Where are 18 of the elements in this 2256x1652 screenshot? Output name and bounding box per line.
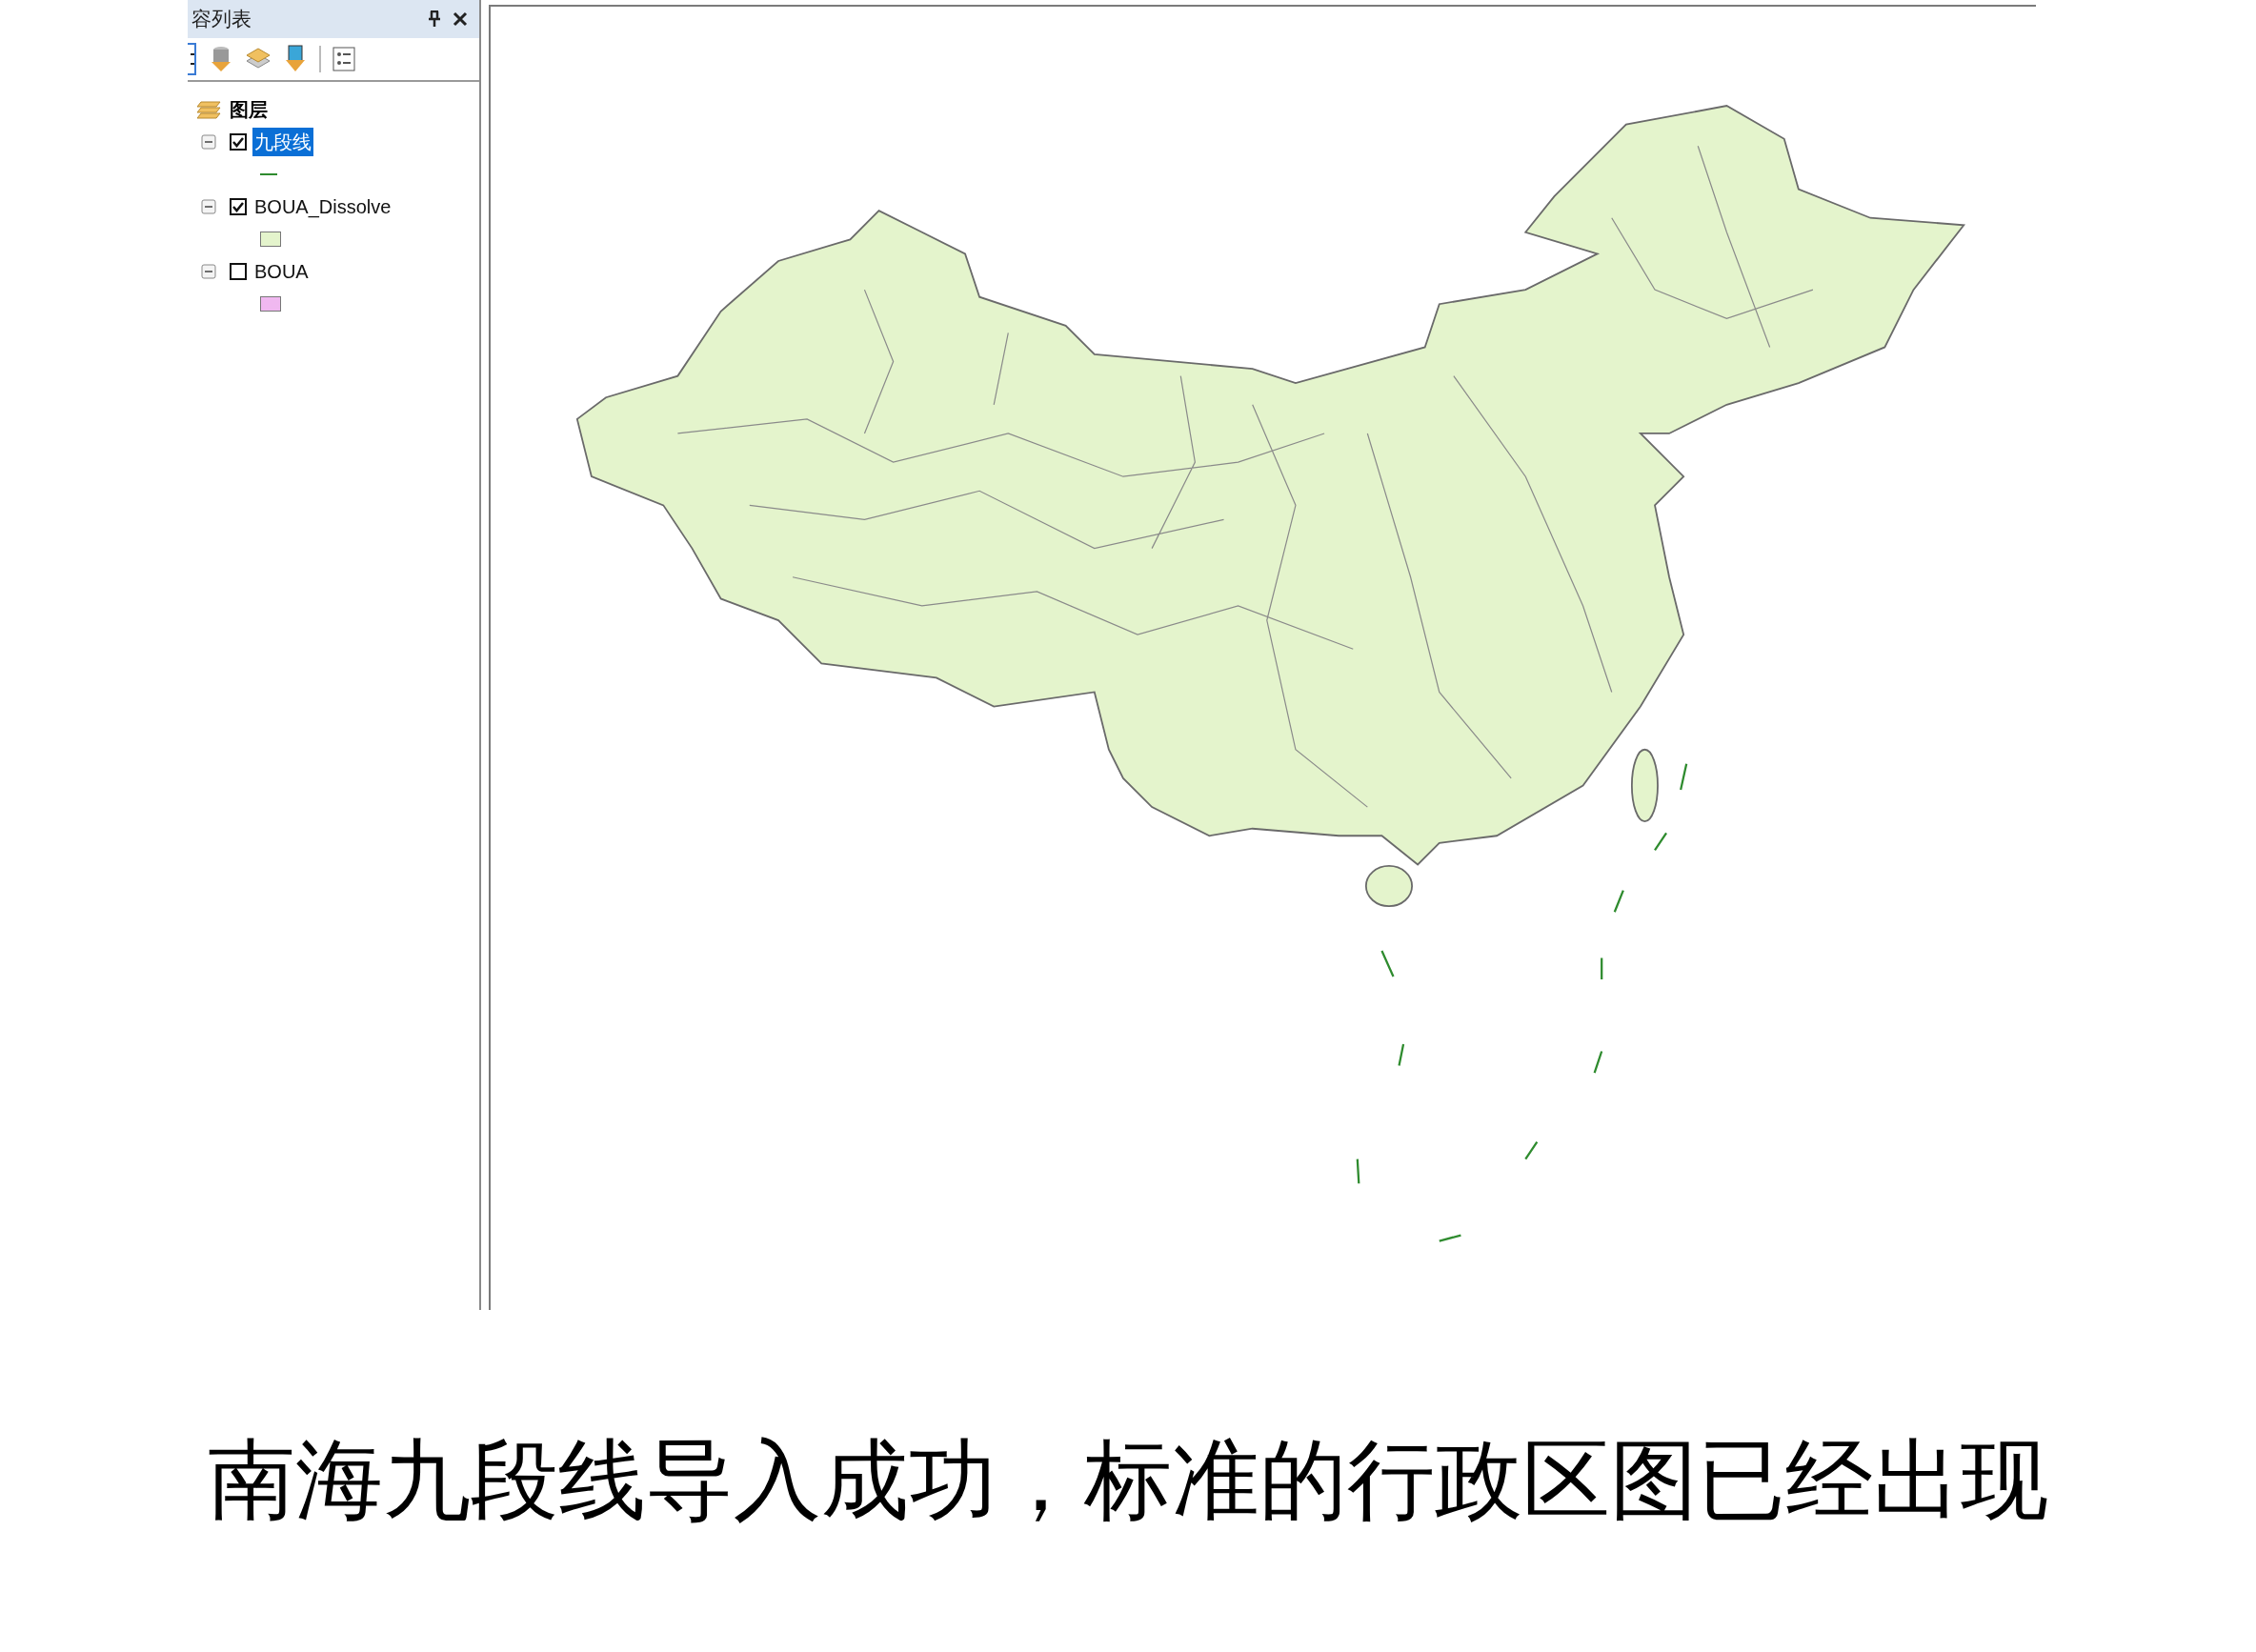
layer-name[interactable]: 九段线 <box>252 128 313 156</box>
root-label[interactable]: 图层 <box>230 95 268 124</box>
layer-name[interactable]: BOUA_Dissolve <box>252 192 393 221</box>
layer-checkbox[interactable] <box>230 133 247 151</box>
layer-name[interactable]: BOUA <box>252 257 311 286</box>
close-icon[interactable] <box>453 11 468 27</box>
collapse-icon[interactable] <box>201 134 216 150</box>
layer-checkbox[interactable] <box>230 263 247 280</box>
caption: 南海九段线导入成功，标准的行政区图已经出现 <box>208 1431 2048 1531</box>
layers-icon <box>197 99 222 120</box>
collapse-icon[interactable] <box>201 264 216 279</box>
collapse-icon[interactable] <box>201 199 216 214</box>
list-icon[interactable] <box>188 43 197 75</box>
pin-icon[interactable] <box>428 10 441 28</box>
panel-title: 容列表 <box>191 7 252 32</box>
layer-checkbox[interactable] <box>230 198 247 215</box>
source-icon[interactable] <box>283 45 308 73</box>
options-icon[interactable] <box>332 47 355 71</box>
